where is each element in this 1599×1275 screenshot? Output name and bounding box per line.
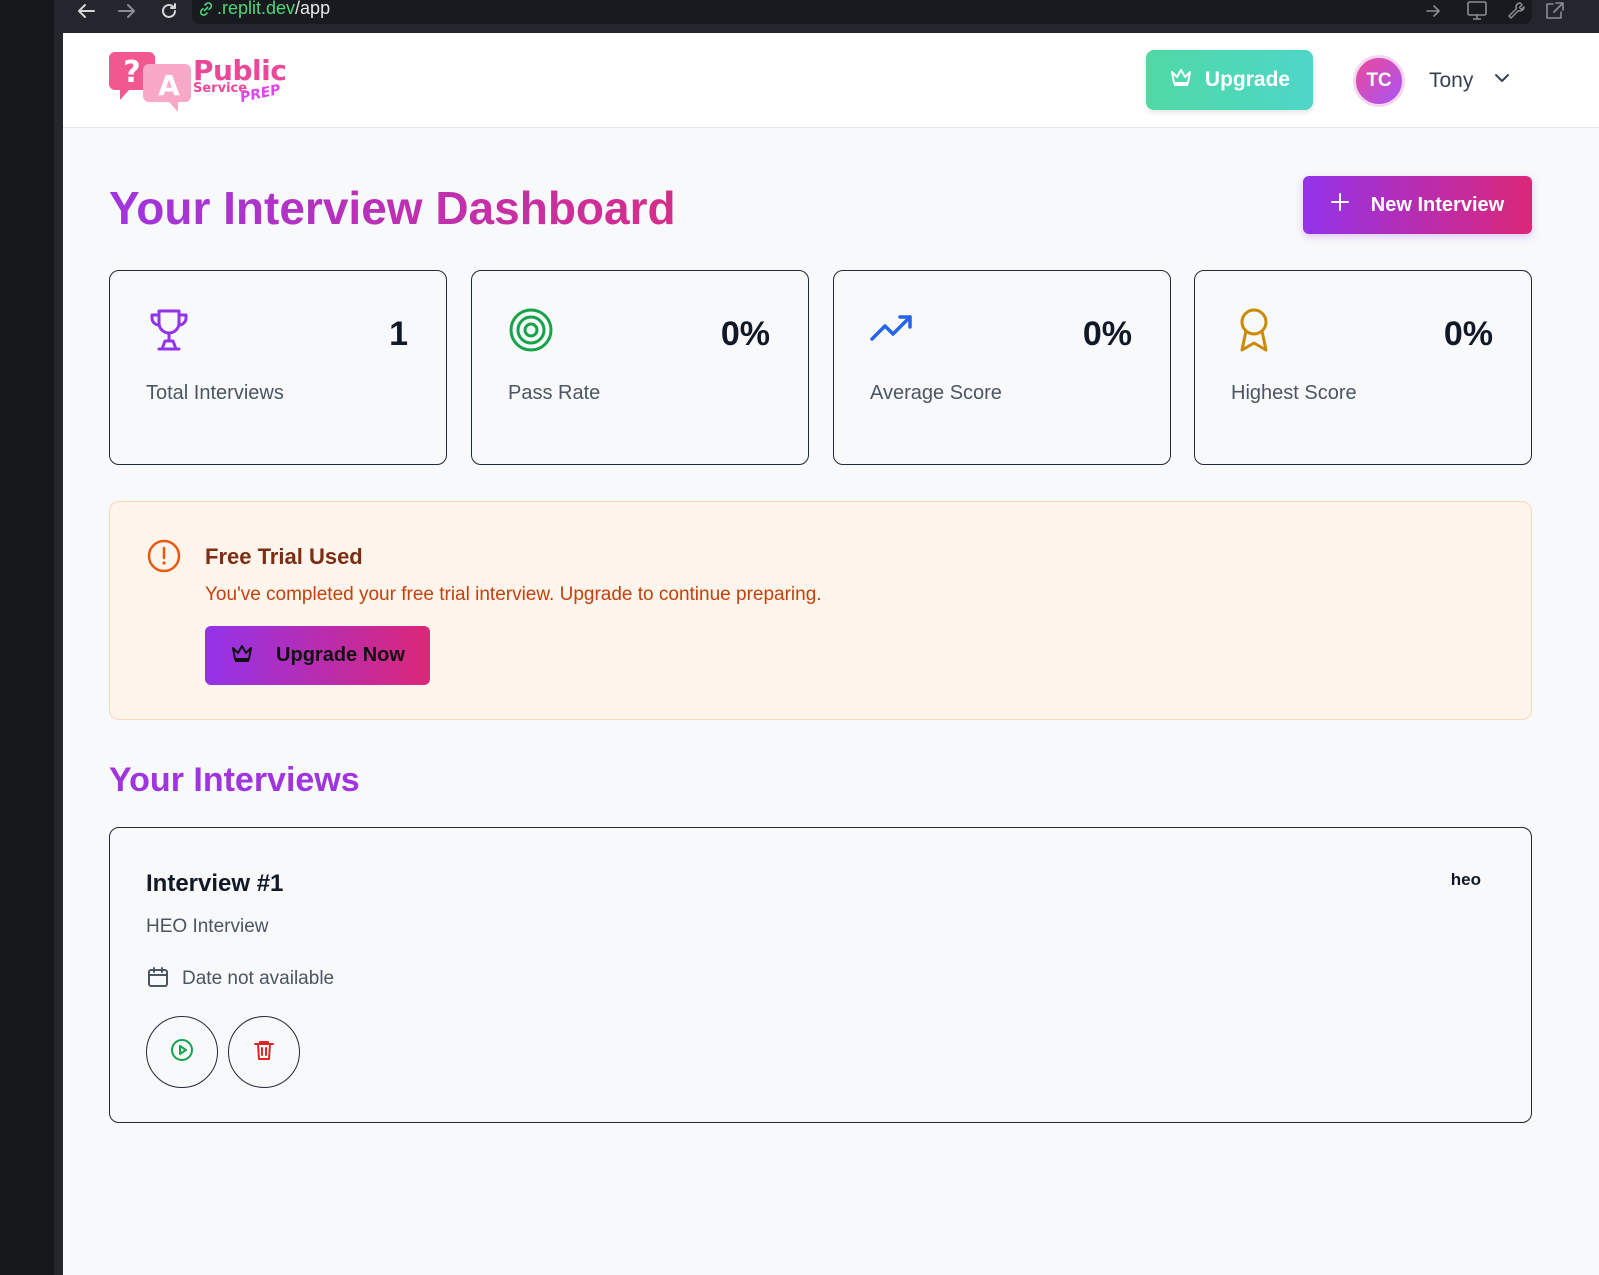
trash-icon — [252, 1038, 276, 1067]
stat-card-total-interviews: 1 Total Interviews — [109, 270, 447, 465]
delete-interview-button[interactable] — [228, 1016, 300, 1088]
logo[interactable]: ? A Public Service PREP — [109, 50, 287, 112]
interview-date: Date not available — [182, 968, 335, 989]
stat-label: Average Score — [870, 382, 1002, 404]
url-host: .replit.dev — [217, 0, 296, 18]
link-icon — [198, 1, 214, 22]
target-icon — [508, 307, 554, 353]
stat-value: 0% — [1443, 315, 1493, 353]
avatar[interactable]: TC — [1353, 55, 1405, 107]
upgrade-now-label: Upgrade Now — [276, 644, 405, 666]
app-header: ? A Public Service PREP Upgrade TC Tony — [63, 33, 1599, 128]
award-icon — [1231, 307, 1277, 353]
play-circle-icon — [170, 1038, 194, 1067]
stat-value: 0% — [720, 315, 770, 353]
stat-label: Highest Score — [1231, 382, 1357, 404]
left-panel — [0, 0, 54, 1275]
new-interview-label: New Interview — [1370, 193, 1505, 216]
alert-circle-icon — [147, 539, 181, 578]
upgrade-now-button[interactable]: Upgrade Now — [205, 626, 430, 685]
svg-text:A: A — [158, 69, 180, 102]
alert-title: Free Trial Used — [205, 544, 363, 569]
forward-icon[interactable] — [114, 0, 140, 22]
stat-value: 0% — [1082, 315, 1132, 353]
reload-icon[interactable] — [156, 0, 182, 22]
url-path: /app — [295, 0, 331, 18]
interview-tag: heo — [1450, 870, 1481, 889]
calendar-icon — [146, 965, 170, 994]
avatar-initials: TC — [1366, 70, 1392, 91]
chevron-down-icon[interactable] — [1493, 71, 1511, 90]
open-external-icon[interactable] — [1544, 0, 1566, 22]
stat-value: 1 — [389, 315, 408, 353]
interview-type: HEO Interview — [146, 916, 269, 937]
devtools-wrench-icon[interactable] — [1506, 0, 1528, 22]
free-trial-alert: Free Trial Used You've completed your fr… — [109, 501, 1532, 720]
trending-up-icon — [870, 307, 916, 353]
trophy-icon — [146, 307, 192, 353]
url-text[interactable]: .replit.dev/app — [217, 0, 330, 19]
stat-label: Total Interviews — [146, 382, 284, 404]
upgrade-button[interactable]: Upgrade — [1146, 50, 1313, 110]
svg-text:?: ? — [123, 55, 140, 90]
stat-card-average-score: 0% Average Score — [833, 270, 1171, 465]
crown-icon — [1169, 67, 1193, 93]
app-viewport: ? A Public Service PREP Upgrade TC Tony … — [63, 33, 1599, 1275]
logo-mark-icon: ? A — [109, 52, 191, 112]
interview-card: Interview #1 HEO Interview Date not avai… — [109, 827, 1532, 1123]
stat-label: Pass Rate — [508, 382, 601, 404]
alert-message: You've completed your free trial intervi… — [205, 584, 822, 605]
panel-divider — [54, 0, 63, 1275]
new-interview-button[interactable]: New Interview — [1303, 176, 1532, 234]
crown-icon — [230, 643, 254, 669]
browser-toolbar: .replit.dev/app — [63, 0, 1599, 33]
upgrade-label: Upgrade — [1204, 68, 1291, 91]
plus-icon — [1330, 193, 1349, 217]
back-icon[interactable] — [73, 0, 99, 22]
user-name[interactable]: Tony — [1429, 69, 1473, 93]
address-bar[interactable] — [192, 0, 1532, 24]
play-interview-button[interactable] — [146, 1016, 218, 1088]
device-preview-icon[interactable] — [1466, 0, 1488, 22]
interviews-section-title: Your Interviews — [109, 761, 360, 799]
go-arrow-icon[interactable] — [1425, 0, 1441, 22]
page-title: Your Interview Dashboard — [109, 182, 676, 234]
stat-card-highest-score: 0% Highest Score — [1194, 270, 1532, 465]
stat-card-pass-rate: 0% Pass Rate — [471, 270, 809, 465]
interview-title: Interview #1 — [146, 870, 284, 897]
